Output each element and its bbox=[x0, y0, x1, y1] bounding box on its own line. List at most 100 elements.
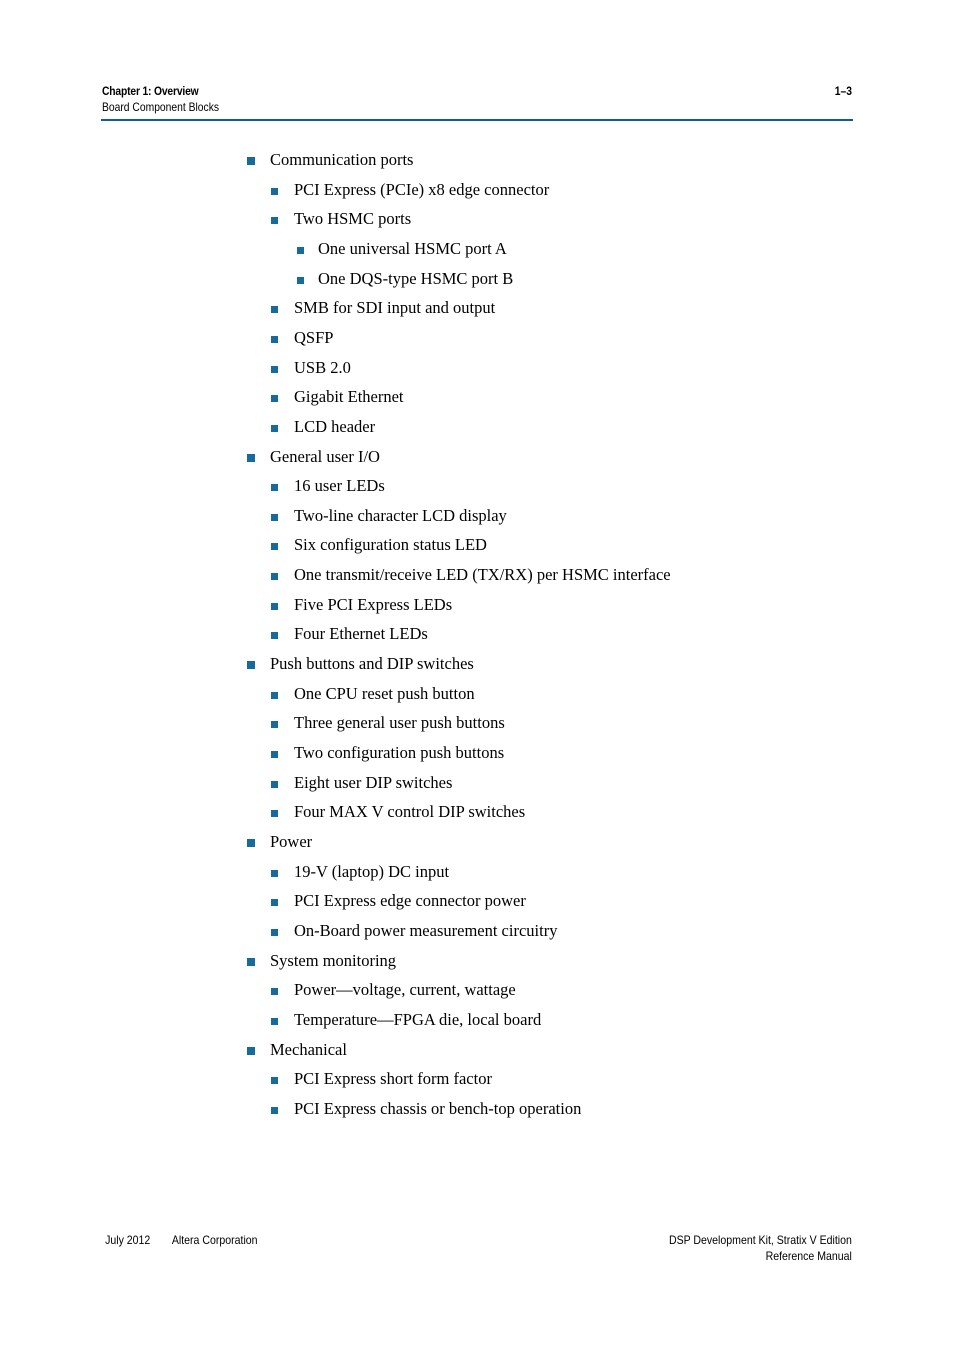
square-bullet-icon bbox=[271, 395, 278, 403]
square-bullet-icon bbox=[247, 157, 255, 165]
square-bullet-icon bbox=[297, 246, 304, 254]
list-item: General user I/O bbox=[247, 446, 380, 467]
list-item: Communication ports bbox=[247, 150, 414, 170]
list-item-text: USB 2.0 bbox=[294, 357, 351, 377]
footer-right: DSP Development Kit, Stratix V Edition R… bbox=[644, 1233, 852, 1263]
list-item: One CPU reset push button bbox=[271, 683, 475, 704]
list-item: QSFP bbox=[271, 327, 334, 348]
list-item-text: Eight user DIP switches bbox=[294, 772, 453, 792]
list-item: Push buttons and DIP switches bbox=[247, 654, 474, 674]
list-item: System monitoring bbox=[247, 950, 397, 971]
list-item-text: PCI Express edge connector power bbox=[294, 891, 526, 911]
list-item: One universal HSMC port A bbox=[297, 238, 507, 259]
square-bullet-icon bbox=[271, 187, 278, 195]
section-title: Board Component Blocks bbox=[102, 100, 220, 114]
list-item-text: Two HSMC ports bbox=[294, 209, 412, 229]
list-item-text: On-Board power measurement circuitry bbox=[294, 920, 558, 940]
list-item-text: One universal HSMC port A bbox=[318, 238, 507, 258]
square-bullet-icon bbox=[247, 1046, 255, 1055]
list-item: Three general user push buttons bbox=[271, 713, 505, 733]
list-item: Temperature—FPGA die, local board bbox=[271, 1009, 542, 1030]
square-bullet-icon bbox=[247, 957, 255, 966]
square-bullet-icon bbox=[271, 543, 278, 551]
list-item: One DQS-type HSMC port B bbox=[297, 268, 514, 289]
list-item: Two configuration push buttons bbox=[271, 743, 505, 763]
square-bullet-icon bbox=[271, 513, 278, 521]
header-rule bbox=[101, 119, 853, 121]
square-bullet-icon bbox=[271, 573, 278, 581]
square-bullet-icon bbox=[297, 276, 304, 284]
square-bullet-icon bbox=[271, 810, 278, 818]
square-bullet-icon bbox=[271, 602, 278, 610]
list-item: Gigabit Ethernet bbox=[271, 387, 404, 407]
list-item: Mechanical bbox=[247, 1039, 347, 1060]
list-item: Four Ethernet LEDs bbox=[271, 624, 428, 644]
list-item-text: One DQS-type HSMC port B bbox=[318, 268, 514, 288]
list-item: 19-V (laptop) DC input bbox=[271, 862, 449, 882]
list-item-text: Mechanical bbox=[270, 1039, 347, 1059]
list-item: SMB for SDI input and output bbox=[271, 298, 495, 318]
square-bullet-icon bbox=[271, 691, 278, 699]
list-item-text: Power bbox=[270, 831, 313, 851]
list-item-text: Four MAX V control DIP switches bbox=[294, 802, 526, 822]
list-item: PCI Express edge connector power bbox=[271, 891, 526, 911]
list-item: PCI Express (PCIe) x8 edge connector bbox=[271, 179, 550, 200]
square-bullet-icon bbox=[271, 365, 278, 373]
list-item-text: PCI Express (PCIe) x8 edge connector bbox=[294, 179, 550, 199]
list-item: One transmit/receive LED (TX/RX) per HSM… bbox=[271, 565, 671, 585]
list-item-text: Six configuration status LED bbox=[294, 535, 487, 555]
list-item-text: One transmit/receive LED (TX/RX) per HSM… bbox=[294, 565, 671, 585]
square-bullet-icon bbox=[271, 751, 278, 758]
list-item: Five PCI Express LEDs bbox=[271, 594, 453, 615]
list-item: PCI Express chassis or bench-top operati… bbox=[271, 1098, 582, 1119]
square-bullet-icon bbox=[271, 335, 278, 343]
list-item-text: Communication ports bbox=[270, 150, 414, 169]
square-bullet-icon bbox=[271, 988, 278, 996]
list-item-text: Power—voltage, current, wattage bbox=[294, 980, 516, 1000]
list-item: PCI Express short form factor bbox=[271, 1069, 492, 1089]
footer-doc-subtitle: Reference Manual bbox=[765, 1249, 852, 1263]
list-item-text: General user I/O bbox=[270, 446, 380, 466]
square-bullet-icon bbox=[247, 661, 255, 670]
list-item: Six configuration status LED bbox=[271, 535, 487, 555]
square-bullet-icon bbox=[247, 453, 255, 462]
footer-company: Altera Corporation bbox=[171, 1233, 258, 1247]
list-item-text: Five PCI Express LEDs bbox=[294, 594, 453, 614]
square-bullet-icon bbox=[271, 1077, 278, 1085]
list-item-text: PCI Express short form factor bbox=[294, 1069, 492, 1089]
list-item: Two-line character LCD display bbox=[271, 505, 507, 526]
list-item-text: Three general user push buttons bbox=[294, 713, 505, 733]
square-bullet-icon bbox=[271, 484, 278, 492]
square-bullet-icon bbox=[271, 869, 278, 877]
square-bullet-icon bbox=[271, 424, 278, 432]
list-item: 16 user LEDs bbox=[271, 476, 385, 496]
list-item: Power—voltage, current, wattage bbox=[271, 980, 516, 1000]
square-bullet-icon bbox=[271, 780, 278, 788]
list-item: Eight user DIP switches bbox=[271, 772, 453, 793]
list-item: Four MAX V control DIP switches bbox=[271, 802, 526, 822]
list-item: LCD header bbox=[271, 416, 376, 437]
list-item-text: Temperature—FPGA die, local board bbox=[294, 1009, 542, 1029]
square-bullet-icon bbox=[247, 838, 255, 847]
square-bullet-icon bbox=[271, 632, 278, 640]
list-item: Power bbox=[247, 831, 313, 852]
square-bullet-icon bbox=[271, 1106, 278, 1114]
square-bullet-icon bbox=[271, 1017, 278, 1025]
list-item-text: Two-line character LCD display bbox=[294, 505, 507, 525]
chapter-title: Chapter 1: Overview bbox=[102, 84, 199, 98]
footer-doc-title: DSP Development Kit, Stratix V Edition bbox=[669, 1233, 852, 1247]
footer-left: July 2012 Altera Corporation bbox=[102, 1233, 263, 1247]
list-item-text: QSFP bbox=[294, 327, 334, 347]
list-item-text: LCD header bbox=[294, 416, 376, 436]
list-item-text: System monitoring bbox=[270, 950, 397, 970]
list-item: USB 2.0 bbox=[271, 357, 351, 378]
list-item-text: Four Ethernet LEDs bbox=[294, 624, 428, 644]
square-bullet-icon bbox=[271, 721, 278, 729]
square-bullet-icon bbox=[271, 217, 278, 225]
list-item-text: Gigabit Ethernet bbox=[294, 387, 404, 407]
list-item-text: Two configuration push buttons bbox=[294, 743, 505, 762]
list-item-text: 16 user LEDs bbox=[294, 476, 385, 496]
list-item-text: One CPU reset push button bbox=[294, 683, 475, 703]
page-number: 1–3 bbox=[834, 84, 852, 98]
list-item-text: PCI Express chassis or bench-top operati… bbox=[294, 1098, 582, 1118]
